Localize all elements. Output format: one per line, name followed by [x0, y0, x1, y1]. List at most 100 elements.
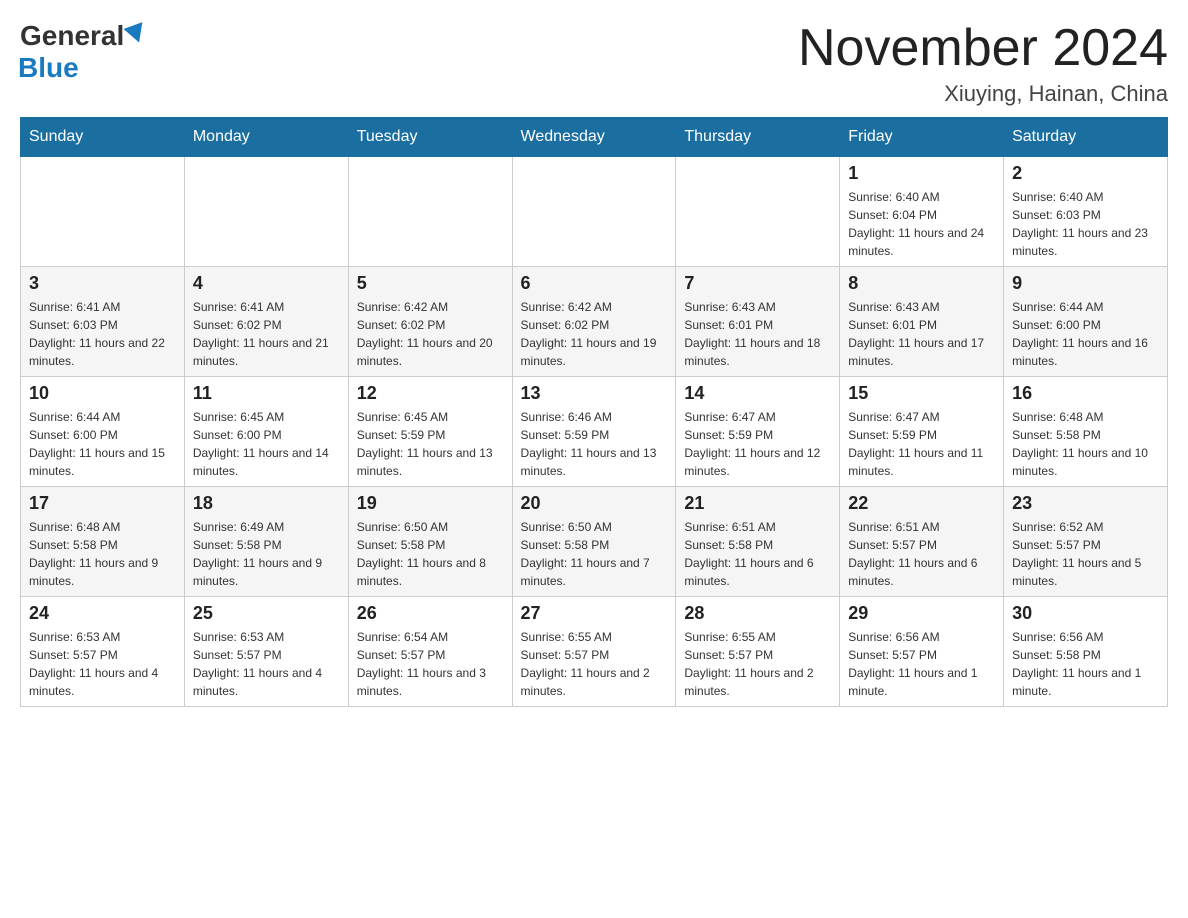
day-number: 16	[1012, 383, 1159, 404]
logo-general-text: General	[20, 20, 124, 52]
logo-bottom-line: Blue	[20, 52, 79, 84]
weekday-header-sunday: Sunday	[21, 118, 185, 157]
day-number: 28	[684, 603, 831, 624]
day-info: Sunrise: 6:45 AM Sunset: 6:00 PM Dayligh…	[193, 408, 340, 480]
day-info: Sunrise: 6:50 AM Sunset: 5:58 PM Dayligh…	[521, 518, 668, 590]
calendar-cell: 27 Sunrise: 6:55 AM Sunset: 5:57 PM Dayli…	[512, 597, 676, 707]
day-number: 23	[1012, 493, 1159, 514]
calendar-cell: 26Sunrise: 6:54 AM Sunset: 5:57 PM Dayli…	[348, 597, 512, 707]
week-row-2: 3Sunrise: 6:41 AM Sunset: 6:03 PM Daylig…	[21, 267, 1168, 377]
day-info: Sunrise: 6:53 AM Sunset: 5:57 PM Dayligh…	[29, 628, 176, 700]
day-number: 1	[848, 163, 995, 184]
day-info: Sunrise: 6:43 AM Sunset: 6:01 PM Dayligh…	[848, 298, 995, 370]
calendar-cell: 5 Sunrise: 6:42 AM Sunset: 6:02 PM Daylig…	[348, 267, 512, 377]
day-number: 10	[29, 383, 176, 404]
calendar-cell: 23 Sunrise: 6:52 AM Sunset: 5:57 PM Dayli…	[1004, 487, 1168, 597]
calendar-cell	[348, 157, 512, 267]
calendar-cell: 14Sunrise: 6:47 AM Sunset: 5:59 PM Dayli…	[676, 377, 840, 487]
day-number: 27	[521, 603, 668, 624]
calendar-cell: 1 Sunrise: 6:40 AM Sunset: 6:04 PM Daylig…	[840, 157, 1004, 267]
day-number: 5	[357, 273, 504, 294]
calendar-cell: 29 Sunrise: 6:56 AM Sunset: 5:57 PM Dayli…	[840, 597, 1004, 707]
day-number: 22	[848, 493, 995, 514]
day-info: Sunrise: 6:50 AM Sunset: 5:58 PM Dayligh…	[357, 518, 504, 590]
day-number: 13	[521, 383, 668, 404]
logo-triangle-icon	[124, 22, 149, 46]
day-info: Sunrise: 6:55 AM Sunset: 5:57 PM Dayligh…	[684, 628, 831, 700]
day-info: Sunrise: 6:41 AM Sunset: 6:02 PM Dayligh…	[193, 298, 340, 370]
day-info: Sunrise: 6:56 AM Sunset: 5:57 PM Dayligh…	[848, 628, 995, 700]
weekday-header-tuesday: Tuesday	[348, 118, 512, 157]
day-number: 30	[1012, 603, 1159, 624]
day-number: 15	[848, 383, 995, 404]
calendar-cell: 19 Sunrise: 6:50 AM Sunset: 5:58 PM Dayli…	[348, 487, 512, 597]
calendar-cell	[21, 157, 185, 267]
calendar-cell: 28 Sunrise: 6:55 AM Sunset: 5:57 PM Dayli…	[676, 597, 840, 707]
calendar-cell: 9 Sunrise: 6:44 AM Sunset: 6:00 PM Daylig…	[1004, 267, 1168, 377]
calendar-cell: 8 Sunrise: 6:43 AM Sunset: 6:01 PM Daylig…	[840, 267, 1004, 377]
day-info: Sunrise: 6:41 AM Sunset: 6:03 PM Dayligh…	[29, 298, 176, 370]
day-number: 12	[357, 383, 504, 404]
day-info: Sunrise: 6:53 AM Sunset: 5:57 PM Dayligh…	[193, 628, 340, 700]
day-info: Sunrise: 6:42 AM Sunset: 6:02 PM Dayligh…	[357, 298, 504, 370]
calendar-cell: 7 Sunrise: 6:43 AM Sunset: 6:01 PM Daylig…	[676, 267, 840, 377]
calendar-cell: 16 Sunrise: 6:48 AM Sunset: 5:58 PM Dayli…	[1004, 377, 1168, 487]
day-number: 11	[193, 383, 340, 404]
day-info: Sunrise: 6:43 AM Sunset: 6:01 PM Dayligh…	[684, 298, 831, 370]
day-info: Sunrise: 6:48 AM Sunset: 5:58 PM Dayligh…	[1012, 408, 1159, 480]
day-info: Sunrise: 6:49 AM Sunset: 5:58 PM Dayligh…	[193, 518, 340, 590]
calendar-cell: 20 Sunrise: 6:50 AM Sunset: 5:58 PM Dayli…	[512, 487, 676, 597]
calendar-cell	[512, 157, 676, 267]
day-info: Sunrise: 6:44 AM Sunset: 6:00 PM Dayligh…	[29, 408, 176, 480]
day-number: 17	[29, 493, 176, 514]
day-info: Sunrise: 6:40 AM Sunset: 6:04 PM Dayligh…	[848, 188, 995, 260]
day-info: Sunrise: 6:51 AM Sunset: 5:57 PM Dayligh…	[848, 518, 995, 590]
day-number: 21	[684, 493, 831, 514]
calendar-cell: 6Sunrise: 6:42 AM Sunset: 6:02 PM Daylig…	[512, 267, 676, 377]
calendar-cell: 15 Sunrise: 6:47 AM Sunset: 5:59 PM Dayli…	[840, 377, 1004, 487]
day-info: Sunrise: 6:55 AM Sunset: 5:57 PM Dayligh…	[521, 628, 668, 700]
day-info: Sunrise: 6:47 AM Sunset: 5:59 PM Dayligh…	[684, 408, 831, 480]
week-row-4: 17 Sunrise: 6:48 AM Sunset: 5:58 PM Dayli…	[21, 487, 1168, 597]
day-number: 7	[684, 273, 831, 294]
title-area: November 2024 Xiuying, Hainan, China	[798, 20, 1168, 107]
day-info: Sunrise: 6:40 AM Sunset: 6:03 PM Dayligh…	[1012, 188, 1159, 260]
calendar-cell: 24Sunrise: 6:53 AM Sunset: 5:57 PM Dayli…	[21, 597, 185, 707]
week-row-5: 24Sunrise: 6:53 AM Sunset: 5:57 PM Dayli…	[21, 597, 1168, 707]
calendar-cell: 21Sunrise: 6:51 AM Sunset: 5:58 PM Dayli…	[676, 487, 840, 597]
day-number: 8	[848, 273, 995, 294]
day-number: 19	[357, 493, 504, 514]
day-info: Sunrise: 6:46 AM Sunset: 5:59 PM Dayligh…	[521, 408, 668, 480]
day-info: Sunrise: 6:42 AM Sunset: 6:02 PM Dayligh…	[521, 298, 668, 370]
day-number: 4	[193, 273, 340, 294]
logo: General Blue	[20, 20, 146, 84]
calendar-cell: 4 Sunrise: 6:41 AM Sunset: 6:02 PM Daylig…	[184, 267, 348, 377]
day-info: Sunrise: 6:52 AM Sunset: 5:57 PM Dayligh…	[1012, 518, 1159, 590]
weekday-header-wednesday: Wednesday	[512, 118, 676, 157]
calendar-cell: 17 Sunrise: 6:48 AM Sunset: 5:58 PM Dayli…	[21, 487, 185, 597]
day-number: 26	[357, 603, 504, 624]
day-number: 29	[848, 603, 995, 624]
calendar-cell: 12Sunrise: 6:45 AM Sunset: 5:59 PM Dayli…	[348, 377, 512, 487]
calendar-cell: 18Sunrise: 6:49 AM Sunset: 5:58 PM Dayli…	[184, 487, 348, 597]
day-number: 25	[193, 603, 340, 624]
calendar-cell	[676, 157, 840, 267]
day-info: Sunrise: 6:48 AM Sunset: 5:58 PM Dayligh…	[29, 518, 176, 590]
calendar-table: SundayMondayTuesdayWednesdayThursdayFrid…	[20, 117, 1168, 707]
day-number: 20	[521, 493, 668, 514]
day-info: Sunrise: 6:47 AM Sunset: 5:59 PM Dayligh…	[848, 408, 995, 480]
day-info: Sunrise: 6:44 AM Sunset: 6:00 PM Dayligh…	[1012, 298, 1159, 370]
calendar-cell: 10 Sunrise: 6:44 AM Sunset: 6:00 PM Dayli…	[21, 377, 185, 487]
day-number: 2	[1012, 163, 1159, 184]
calendar-cell: 3Sunrise: 6:41 AM Sunset: 6:03 PM Daylig…	[21, 267, 185, 377]
calendar-cell: 11 Sunrise: 6:45 AM Sunset: 6:00 PM Dayli…	[184, 377, 348, 487]
location-subtitle: Xiuying, Hainan, China	[798, 81, 1168, 107]
calendar-cell: 30Sunrise: 6:56 AM Sunset: 5:58 PM Dayli…	[1004, 597, 1168, 707]
calendar-cell: 25 Sunrise: 6:53 AM Sunset: 5:57 PM Dayli…	[184, 597, 348, 707]
week-row-1: 1 Sunrise: 6:40 AM Sunset: 6:04 PM Daylig…	[21, 157, 1168, 267]
month-year-title: November 2024	[798, 20, 1168, 77]
page-header: General Blue November 2024 Xiuying, Hain…	[20, 20, 1168, 107]
calendar-cell	[184, 157, 348, 267]
day-number: 9	[1012, 273, 1159, 294]
weekday-header-saturday: Saturday	[1004, 118, 1168, 157]
